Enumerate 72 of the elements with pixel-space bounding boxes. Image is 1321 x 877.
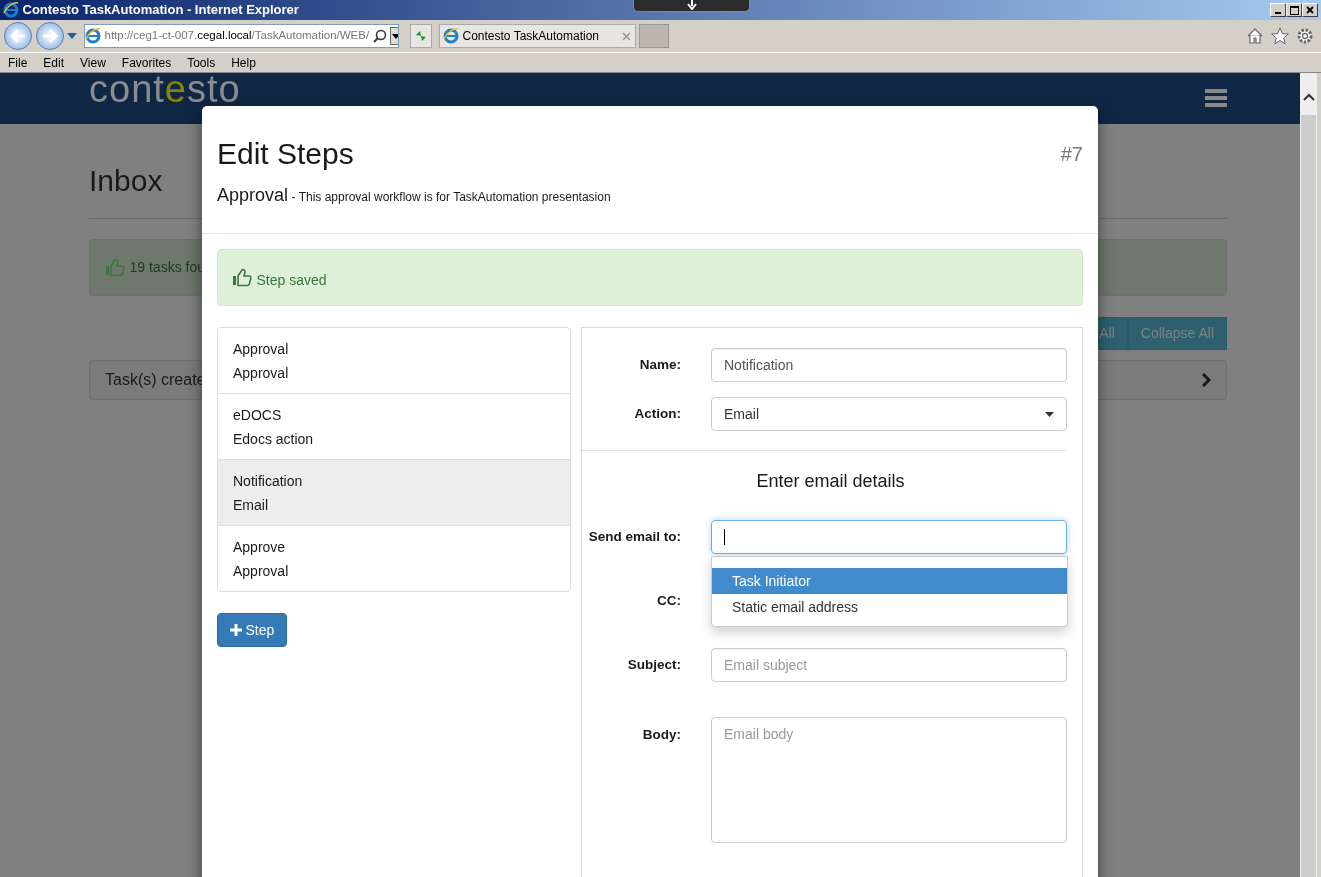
step-list-item[interactable]: Approval Approval	[218, 328, 570, 394]
logo: contesto	[89, 74, 241, 104]
search-icon[interactable]	[372, 29, 387, 43]
close-button[interactable]	[1302, 3, 1318, 17]
menu-item[interactable]: Tools	[179, 53, 224, 72]
field-label: CC:	[656, 591, 681, 610]
dropdown-option[interactable]: Task Initiator	[712, 568, 1067, 594]
menu-item[interactable]: Favorites	[113, 53, 180, 72]
forward-button[interactable]	[35, 22, 64, 50]
down-arrow-icon	[686, 0, 697, 10]
menu-icon[interactable]	[1205, 87, 1227, 109]
field-label: Subject:	[626, 655, 681, 674]
back-button[interactable]	[4, 22, 32, 50]
step-action: Email	[233, 496, 269, 515]
maximize-icon	[1289, 5, 1299, 15]
browser-tab[interactable]: Contesto TaskAutomation	[438, 24, 636, 48]
step-name: Approval	[233, 340, 290, 359]
section-title: Enter email details	[755, 470, 906, 492]
menu-item[interactable]: File	[0, 53, 36, 72]
step-name: eDOCS	[233, 406, 283, 425]
step-name: Approve	[233, 538, 287, 557]
workflow-description: - This approval workflow is for TaskAutomation presentasion	[291, 189, 611, 206]
step-name: Notification	[233, 472, 304, 491]
step-number: #7	[1060, 142, 1083, 167]
maximize-button[interactable]	[1286, 3, 1302, 17]
modal-title: Edit Steps	[217, 137, 354, 171]
step-action: Edocs action	[233, 430, 315, 449]
name-input[interactable]: Notification	[711, 348, 1067, 382]
window-title: Contesto TaskAutomation - Internet Explorer	[22, 1, 299, 20]
menu-item[interactable]: Edit	[35, 53, 73, 72]
refresh-button[interactable]	[409, 24, 432, 48]
field-label: Action:	[633, 404, 681, 423]
menu-item[interactable]: Help	[223, 53, 264, 72]
field-label: Send email to:	[587, 527, 681, 546]
star-icon[interactable]	[1270, 27, 1289, 45]
field-label: Name:	[638, 355, 681, 374]
minimize-button[interactable]	[1270, 3, 1286, 17]
plus-icon	[230, 624, 242, 636]
text-cursor	[724, 529, 725, 545]
home-icon[interactable]	[1245, 27, 1264, 45]
step-list-item[interactable]: Approve Approval	[218, 526, 570, 591]
subject-input[interactable]: Email subject	[711, 648, 1067, 682]
workflow-name: Approval	[217, 184, 289, 207]
caret-icon	[1045, 411, 1054, 417]
body-textarea[interactable]: Email body	[711, 717, 1067, 843]
send-to-input[interactable]	[711, 520, 1067, 554]
menu-item[interactable]: View	[72, 53, 114, 72]
alert-text: Step saved	[256, 271, 327, 290]
thumbs-up-icon	[232, 268, 253, 287]
step-action: Approval	[233, 364, 290, 383]
step-action: Approval	[233, 562, 290, 581]
forward-arrow-icon	[41, 29, 58, 43]
ie-logo-icon	[443, 28, 459, 44]
address-field[interactable]: http://ceg1-ct-007.cegal.local/TaskAutomation/WEB/	[84, 24, 399, 48]
field-label: Body:	[641, 726, 681, 744]
dropdown-option[interactable]: Static email address	[712, 594, 1067, 620]
page-heading: Inbox	[89, 164, 163, 197]
thumbs-up-icon	[105, 258, 126, 277]
pull-down-handle[interactable]	[633, 0, 750, 12]
chevron-right-icon	[1201, 373, 1211, 387]
back-arrow-icon	[10, 29, 26, 43]
ie-logo-icon	[3, 2, 19, 18]
ie-logo-icon	[85, 28, 101, 44]
history-dropdown-icon[interactable]	[67, 33, 77, 39]
scrollbar-thumb[interactable]	[1301, 115, 1316, 877]
action-select[interactable]: Email	[711, 397, 1067, 431]
close-icon	[1306, 6, 1314, 14]
scroll-up-icon	[1302, 93, 1315, 101]
step-list-item[interactable]: Notification Email	[218, 460, 570, 526]
settings-icon[interactable]	[1295, 27, 1314, 45]
vertical-scrollbar[interactable]	[1300, 73, 1317, 877]
add-step-button[interactable]: Step	[217, 613, 288, 647]
